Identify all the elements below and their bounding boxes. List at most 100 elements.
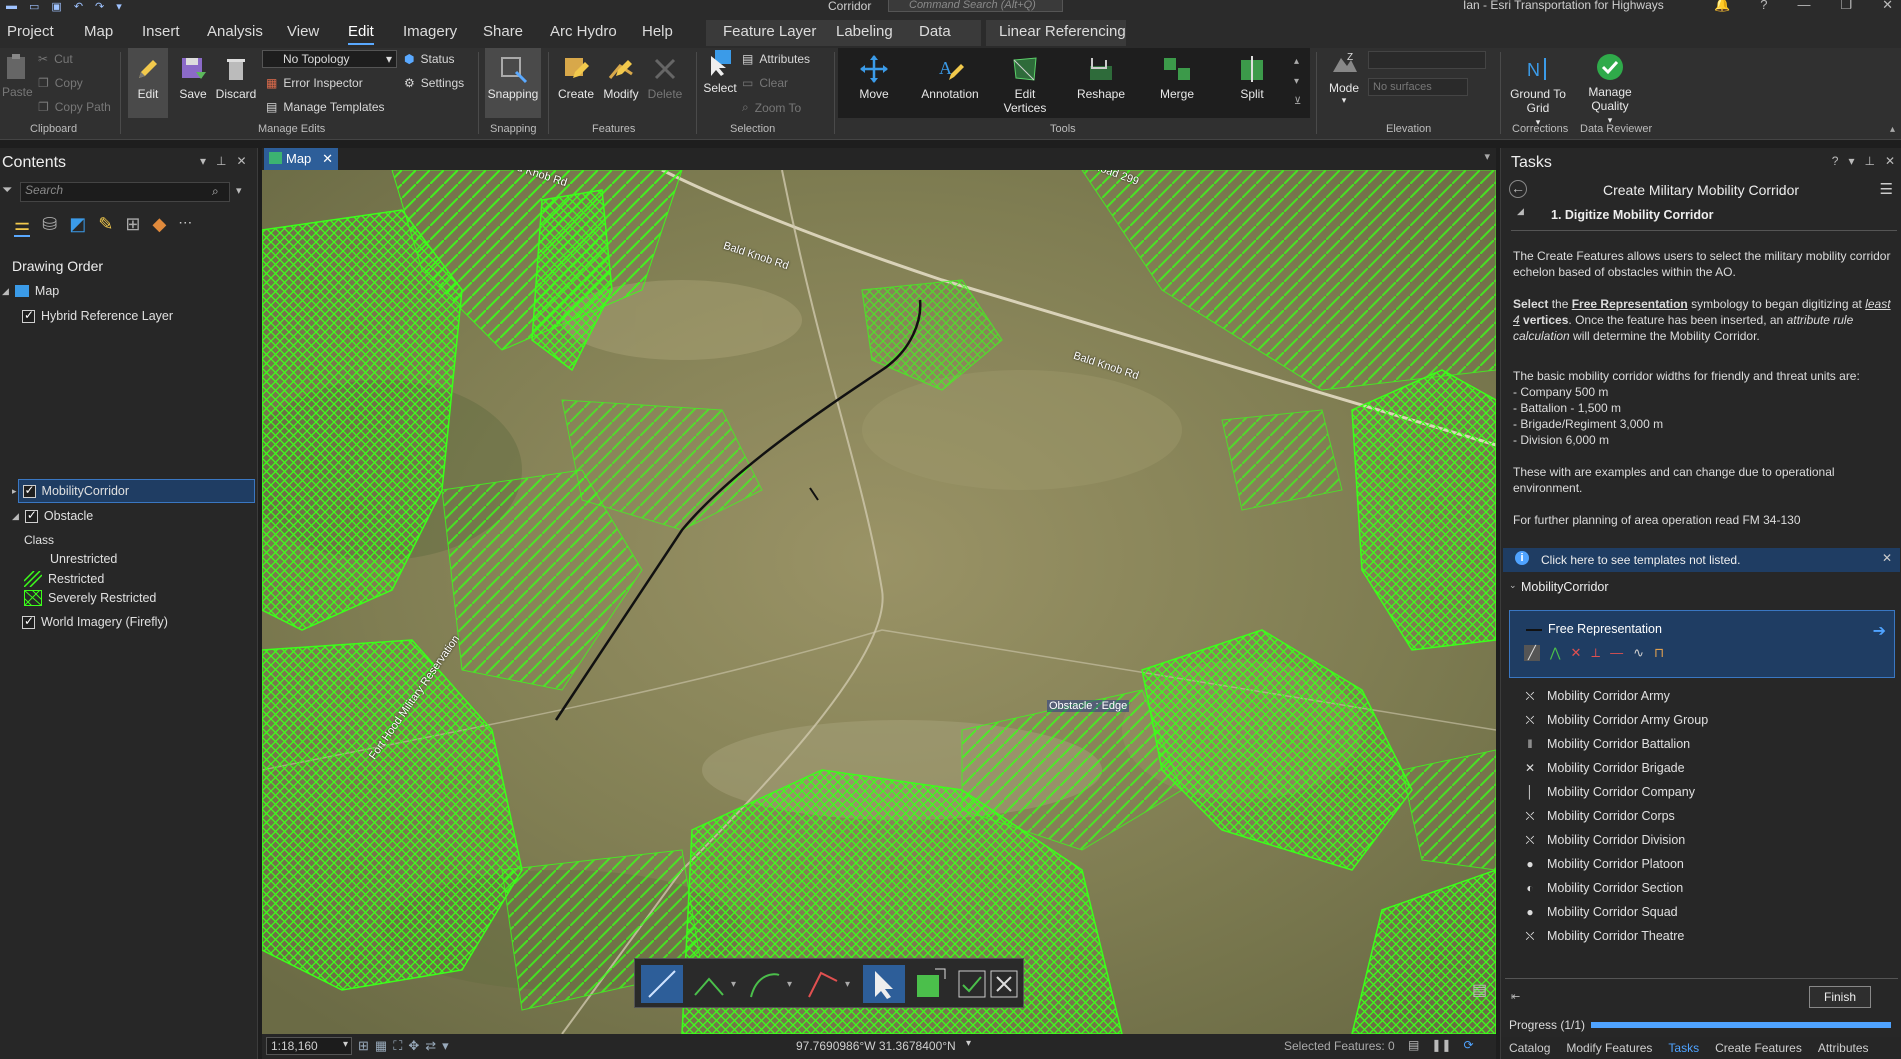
save-edits-button[interactable]: Save (176, 54, 210, 101)
tree-item-mobility-corridor[interactable]: ▸ MobilityCorridor (12, 483, 129, 499)
error-inspector-button[interactable]: ▦ Error Inspector (266, 76, 363, 90)
right-angle-tool-icon[interactable]: ▾ (805, 967, 857, 1001)
move-tool[interactable]: Move (850, 54, 898, 101)
search-icon[interactable]: ⌕ (212, 184, 219, 199)
folder-icon[interactable]: ▭ (29, 0, 39, 13)
topology-dropdown[interactable]: No Topology ▾ (262, 50, 397, 68)
chat-icon[interactable]: ▤ (1472, 980, 1487, 1000)
ground-to-grid-button[interactable]: N Ground To Grid ▾ (1506, 54, 1570, 129)
arc-tool-icon[interactable]: ▾ (747, 967, 799, 1001)
snapping-button[interactable]: Snapping (485, 48, 541, 118)
scale-dropdown[interactable]: 1:18,160 ▾ (266, 1037, 352, 1055)
redo-icon[interactable]: ↷ (95, 0, 104, 13)
pane-options-icon[interactable]: ▾ (1848, 154, 1854, 168)
freehand-construction-icon[interactable]: ∿ (1633, 645, 1644, 661)
layer-visibility-checkbox[interactable] (22, 308, 35, 323)
refresh-icon[interactable]: ⟳ (1463, 1038, 1473, 1052)
tree-item-hybrid-reference[interactable]: Hybrid Reference Layer (22, 308, 173, 323)
editing-view-icon[interactable]: ✎ (98, 214, 113, 237)
merge-tool[interactable]: Merge (1152, 54, 1202, 101)
more-icon[interactable]: ⋯ (178, 214, 192, 237)
discard-button[interactable]: Discard (214, 54, 258, 101)
command-search-input[interactable]: Command Search (Alt+Q) (888, 0, 1063, 12)
tab-feature-layer[interactable]: Feature Layer (723, 23, 816, 40)
template-item[interactable]: ⛌ Mobility Corridor Army Group (1523, 713, 1709, 727)
notification-icon[interactable]: 🔔 (1714, 0, 1730, 13)
copy-button[interactable]: ❐ Copy (38, 76, 83, 90)
manage-templates-button[interactable]: ▤ Manage Templates (266, 100, 385, 114)
cut-button[interactable]: ✂ Cut (38, 52, 73, 66)
zoom-to-selection-button[interactable]: ⌕ Zoom To (742, 100, 801, 115)
tab-labeling[interactable]: Labeling (836, 23, 893, 40)
save-icon[interactable]: ▣ (51, 0, 61, 13)
open-icon[interactable]: ▬ (6, 0, 17, 13)
task-menu-icon[interactable]: ☰ (1880, 180, 1893, 198)
template-item[interactable]: ⛌ Mobility Corridor Division (1523, 833, 1686, 847)
tab-linear-referencing[interactable]: Linear Referencing (999, 23, 1126, 40)
finish-sketch-icon[interactable] (957, 965, 989, 1003)
filter-icon[interactable]: ⏷ (2, 182, 12, 198)
map-canvas[interactable] (262, 170, 1496, 1034)
help-icon[interactable]: ? (1832, 154, 1839, 168)
status-button[interactable]: ⬢ Status (404, 52, 455, 66)
fixed-zoom-icon[interactable]: ⊞ (358, 1038, 369, 1054)
tab-create-features[interactable]: Create Features (1715, 1041, 1802, 1055)
signed-in-user[interactable]: Ian - Esri Transportation for Highways (1463, 0, 1664, 12)
collapse-icon[interactable]: ▸ (12, 486, 17, 497)
selected-template-card[interactable]: Free Representation ➔ ╱ ⋀ ✕ ⟂ — ∿ ⊓ (1509, 610, 1895, 678)
tab-analysis[interactable]: Analysis (207, 23, 263, 40)
template-item[interactable]: ⛌ Mobility Corridor Theatre (1523, 929, 1685, 943)
close-pane-icon[interactable]: ✕ (1885, 154, 1895, 168)
polyline-construction-icon[interactable]: ⋀ (1550, 645, 1561, 661)
template-item[interactable]: ● Mobility Corridor Platoon (1523, 857, 1683, 871)
tabs-overflow-icon[interactable]: ▾ (1484, 150, 1490, 163)
layer-visibility-checkbox[interactable] (22, 483, 36, 498)
pane-options-icon[interactable]: ▾ (200, 154, 206, 168)
tree-item-obstacle[interactable]: ◢ Obstacle (12, 508, 93, 524)
settings-button[interactable]: ⚙ Settings (404, 76, 464, 90)
tab-share[interactable]: Share (483, 23, 523, 40)
pan-icon[interactable]: ✥ (408, 1038, 419, 1054)
help-icon[interactable]: ? (1760, 0, 1767, 13)
map-view[interactable]: ...d Knob Rd Bald Knob Rd Bald Knob Rd R… (262, 170, 1496, 1034)
template-item[interactable]: ⛌ Mobility Corridor Corps (1523, 809, 1675, 823)
tab-catalog[interactable]: Catalog (1509, 1041, 1550, 1055)
tab-arc-hydro[interactable]: Arc Hydro (550, 23, 617, 40)
drawing-order-icon[interactable]: ⚌ (14, 214, 31, 237)
previous-extent-icon[interactable]: ⇄ (425, 1038, 436, 1054)
finish-part-icon[interactable] (911, 965, 951, 1003)
tab-imagery[interactable]: Imagery (403, 23, 457, 40)
elevation-value-field[interactable] (1368, 51, 1486, 69)
step-collapse-icon[interactable]: ◢ (1517, 206, 1524, 217)
template-item[interactable]: ‖ Mobility Corridor Battalion (1523, 737, 1691, 751)
tab-data[interactable]: Data (919, 23, 951, 40)
line-construction-icon[interactable]: ╱ (1524, 645, 1540, 661)
tab-insert[interactable]: Insert (142, 23, 180, 40)
template-item[interactable]: ✕ Mobility Corridor Brigade (1523, 761, 1685, 775)
manage-quality-button[interactable]: Manage Quality ▾ (1578, 52, 1642, 127)
arrow-right-icon[interactable]: ➔ (1873, 621, 1886, 641)
table-icon[interactable]: ▤ (1408, 1038, 1419, 1052)
tab-project[interactable]: Project (7, 23, 54, 40)
right-angle-construction-icon[interactable]: ⊓ (1654, 645, 1664, 661)
selection-view-icon[interactable]: ◩ (69, 214, 86, 237)
customize-icon[interactable]: ▾ (116, 0, 122, 13)
coordinate-format-icon[interactable]: ▾ (966, 1038, 971, 1049)
edit-vertices-tool[interactable]: Edit Vertices (998, 54, 1052, 115)
expand-icon[interactable]: ◢ (2, 286, 9, 297)
select-button[interactable]: Select (700, 48, 740, 95)
group-collapse-icon[interactable]: ⌄ (1509, 580, 1517, 591)
line-tool-button[interactable] (641, 965, 683, 1003)
collapse-ribbon-icon[interactable]: ▴ (1890, 124, 1895, 135)
delete-button[interactable]: Delete (646, 54, 684, 101)
elevation-mode-button[interactable]: Z Mode ▾ (1322, 48, 1366, 106)
tab-attributes[interactable]: Attributes (1818, 1041, 1869, 1055)
modify-button[interactable]: Modify (600, 54, 642, 101)
select-sketch-button[interactable] (863, 965, 905, 1003)
annotation-tool[interactable]: A Annotation (918, 54, 982, 101)
minimize-button[interactable]: — (1797, 0, 1810, 13)
extent-icon[interactable]: ⛶ (393, 1038, 402, 1054)
tree-item-world-imagery[interactable]: World Imagery (Firefly) (22, 614, 168, 629)
contents-search-input[interactable]: Search (20, 182, 230, 202)
grid-icon[interactable]: ▦ (375, 1038, 387, 1054)
